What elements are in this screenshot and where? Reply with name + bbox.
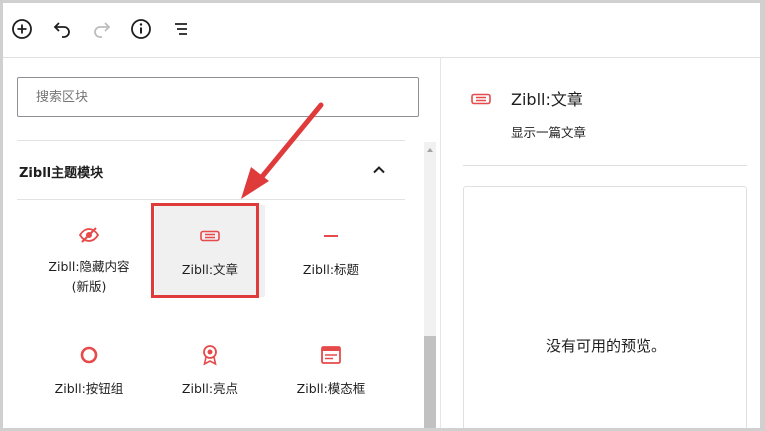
editor-toolbar [3,3,760,58]
block-label: Zibll:按钮组 [54,381,124,396]
info-icon[interactable] [128,16,154,42]
block-label: Zibll:模态框 [296,381,366,396]
dash-icon [323,225,339,247]
block-item-post[interactable]: Zibll:文章 [155,205,265,297]
panel-title: Zibll主题模块 [19,166,104,181]
preview-description: 显示一篇文章 [511,125,587,140]
preview-empty-text: 没有可用的预览。 [545,337,666,355]
add-block-icon[interactable] [9,16,35,42]
divider [463,165,747,166]
post-ticket-icon [471,90,491,109]
divider [17,199,405,200]
list-view-icon[interactable] [168,16,194,42]
block-inserter-window: Zibll主题模块 Zibll:隐藏内容 (新版) Zibll:文章 Zibll… [3,3,760,428]
block-label: Zibll:亮点 [181,381,239,396]
scrollbar-thumb[interactable] [424,336,436,428]
block-item-button-group[interactable]: Zibll:按钮组 [34,324,144,416]
modal-window-icon [321,344,341,366]
block-item-title[interactable]: Zibll:标题 [276,205,386,297]
redo-icon[interactable] [89,16,115,42]
undo-icon[interactable] [49,16,75,42]
preview-box: 没有可用的预览。 [463,186,747,428]
block-preview-panel: Zibll:文章 显示一篇文章 没有可用的预览。 [441,58,760,428]
preview-title: Zibll:文章 [511,90,583,109]
block-label: Zibll:文章 [181,262,239,277]
block-label: Zibll:标题 [302,262,360,277]
divider [17,140,405,141]
search-input[interactable] [17,77,419,117]
ring-icon [79,344,99,366]
block-item-highlight[interactable]: Zibll:亮点 [155,324,265,416]
eye-slash-icon [78,225,100,244]
chevron-up-icon[interactable] [371,162,387,178]
block-item-hidden-content[interactable]: Zibll:隐藏内容 (新版) [34,205,144,297]
block-inserter-panel: Zibll主题模块 Zibll:隐藏内容 (新版) Zibll:文章 Zibll… [3,58,441,428]
scroll-up-arrow-icon[interactable] [427,148,433,152]
post-ticket-icon [200,225,220,247]
block-item-modal[interactable]: Zibll:模态框 [276,324,386,416]
block-label: Zibll:隐藏内容 (新版) [48,259,130,294]
award-icon [201,344,219,366]
